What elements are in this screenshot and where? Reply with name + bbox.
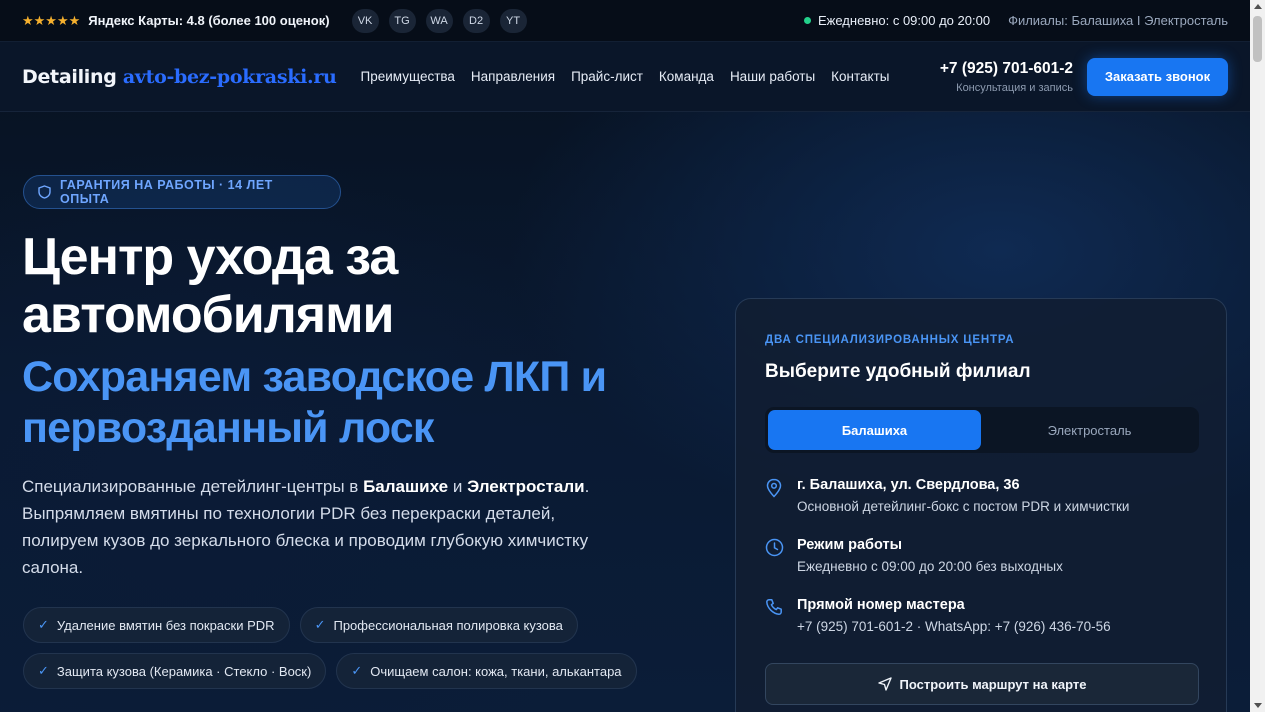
logo-part-2: avto-bez-pokraski.ru xyxy=(122,65,337,88)
branches-text: Филиалы: Балашиха I Электросталь xyxy=(1008,13,1228,28)
hero-lead: Специализированные детейлинг-центры в Ба… xyxy=(22,473,622,581)
guarantee-badge: ГАРАНТИЯ НА РАБОТЫ · 14 ЛЕТ ОПЫТА xyxy=(23,175,341,209)
header-phone-caption: Консультация и запись xyxy=(956,81,1073,94)
scroll-thumb[interactable] xyxy=(1253,16,1262,62)
header-phone-block: +7 (925) 701-601-2 Консультация и запись xyxy=(940,60,1073,94)
guarantee-badge-text: ГАРАНТИЯ НА РАБОТЫ · 14 ЛЕТ ОПЫТА xyxy=(60,178,273,206)
service-chip: ✓ Очищаем салон: кожа, ткани, алькантара xyxy=(336,653,637,689)
nav-item-advantages[interactable]: Преимущества xyxy=(361,69,455,84)
branch-hours-title: Режим работы xyxy=(797,537,902,553)
branch-tabs: Балашиха Электросталь xyxy=(765,407,1199,453)
check-icon: ✓ xyxy=(351,663,363,678)
branch-card-title: Выберите удобный филиал xyxy=(765,361,1031,382)
rating-stars-icon: ★★★★★ xyxy=(22,12,81,28)
main-nav: Преимущества Направления Прайс-лист Кома… xyxy=(361,69,890,84)
branch-phone-title: Прямой номер мастера xyxy=(797,597,965,613)
branch-phone: Прямой номер мастера +7 (925) 701-601-2 … xyxy=(765,597,1111,634)
rating-text: Яндекс Карты: 4.8 (более 100 оценок) xyxy=(88,13,330,28)
branch-address-sub: Основной детейлинг-бокс с постом PDR и х… xyxy=(797,499,1130,514)
branch-address: г. Балашиха, ул. Свердлова, 36 Основной … xyxy=(765,477,1129,514)
hero-lead-part-1: Специализированные детейлинг-центры в xyxy=(22,477,364,496)
page-scrollbar[interactable] xyxy=(1250,0,1265,712)
branch-address-title: г. Балашиха, ул. Свердлова, 36 xyxy=(797,477,1020,493)
check-icon: ✓ xyxy=(314,617,326,632)
social-links: VK TG WA D2 YT xyxy=(351,8,527,33)
branch-card: ДВА СПЕЦИАЛИЗИРОВАННЫХ ЦЕНТРА Выберите у… xyxy=(735,298,1227,712)
check-icon: ✓ xyxy=(38,663,49,678)
tab-elektrostal[interactable]: Электросталь xyxy=(983,410,1196,450)
hero-title: Центр ухода за автомобилями xyxy=(22,228,398,344)
nav-item-team[interactable]: Команда xyxy=(659,69,714,84)
shield-icon xyxy=(38,185,51,199)
service-chip-label: Удаление вмятин без покраски PDR xyxy=(56,617,275,633)
branch-card-eyebrow: ДВА СПЕЦИАЛИЗИРОВАННЫХ ЦЕНТРА xyxy=(765,334,1015,346)
social-link-youtube[interactable]: YT xyxy=(499,8,527,33)
service-chip-label: Профессиональная полировка кузова xyxy=(333,617,563,633)
top-info-bar: ★★★★★ Яндекс Карты: 4.8 (более 100 оцено… xyxy=(0,0,1250,42)
map-pin-icon xyxy=(765,477,785,514)
branch-phone-sub[interactable]: +7 (925) 701-601-2 · WhatsApp: +7 (926) … xyxy=(797,619,1111,634)
service-chips: ✓ Удаление вмятин без покраски PDR ✓ Профе… xyxy=(23,607,703,689)
scroll-up-arrow-icon[interactable] xyxy=(1254,4,1262,9)
nav-item-works[interactable]: Наши работы xyxy=(730,69,815,84)
site-header: Detailing avto-bez-pokraski.ru Преимущес… xyxy=(0,42,1250,112)
order-call-button[interactable]: Заказать звонок xyxy=(1087,57,1228,96)
tab-balashikha[interactable]: Балашиха xyxy=(768,410,981,450)
service-chip: ✓ Защита кузова (Керамика · Стекло · Воск… xyxy=(23,653,327,689)
branch-hours: Режим работы Ежедневно с 09:00 до 20:00 … xyxy=(765,537,1063,574)
topbar-right: Ежедневно: с 09:00 до 20:00 Филиалы: Бал… xyxy=(804,13,1228,28)
schedule: Ежедневно: с 09:00 до 20:00 xyxy=(804,13,990,28)
nav-item-price-list[interactable]: Прайс-лист xyxy=(571,69,643,84)
hero-lead-city-1: Балашихе xyxy=(363,477,449,496)
clock-icon xyxy=(765,537,785,574)
build-route-label: Построить маршрут на карте xyxy=(899,676,1087,692)
hero-lead-and: и xyxy=(448,477,468,496)
phone-icon xyxy=(765,597,785,634)
social-link-telegram[interactable]: TG xyxy=(388,8,416,33)
logo[interactable]: Detailing avto-bez-pokraski.ru xyxy=(22,66,337,88)
service-chip-label: Защита кузова (Керамика · Стекло · Воск) xyxy=(56,663,312,679)
schedule-text: Ежедневно: с 09:00 до 20:00 xyxy=(818,13,991,28)
service-chip: ✓ Профессиональная полировка кузова xyxy=(299,607,578,643)
hero-lead-city-2: Электростали xyxy=(467,477,585,496)
nav-item-directions[interactable]: Направления xyxy=(471,69,555,84)
logo-part-1: Detailing xyxy=(22,65,123,88)
navigation-arrow-icon xyxy=(877,677,892,691)
header-phone-link[interactable]: +7 (925) 701-601-2 xyxy=(940,60,1073,78)
page: ★★★★★ Яндекс Карты: 4.8 (более 100 оцено… xyxy=(0,0,1250,712)
service-chip-label: Очищаем салон: кожа, ткани, алькантара xyxy=(370,663,622,679)
social-link-whatsapp[interactable]: WA xyxy=(425,8,453,33)
check-icon: ✓ xyxy=(38,617,49,632)
service-chip: ✓ Удаление вмятин без покраски PDR xyxy=(23,607,290,643)
social-link-d2[interactable]: D2 xyxy=(462,8,490,33)
online-dot-icon xyxy=(804,17,811,24)
nav-item-contacts[interactable]: Контакты xyxy=(831,69,889,84)
build-route-button[interactable]: Построить маршрут на карте xyxy=(765,663,1199,705)
hero-subtitle: Сохраняем заводское ЛКП и первозданный л… xyxy=(22,353,607,452)
scroll-down-arrow-icon[interactable] xyxy=(1254,703,1262,708)
social-link-vk[interactable]: VK xyxy=(351,8,379,33)
branch-hours-sub: Ежедневно с 09:00 до 20:00 без выходных xyxy=(797,559,1063,574)
